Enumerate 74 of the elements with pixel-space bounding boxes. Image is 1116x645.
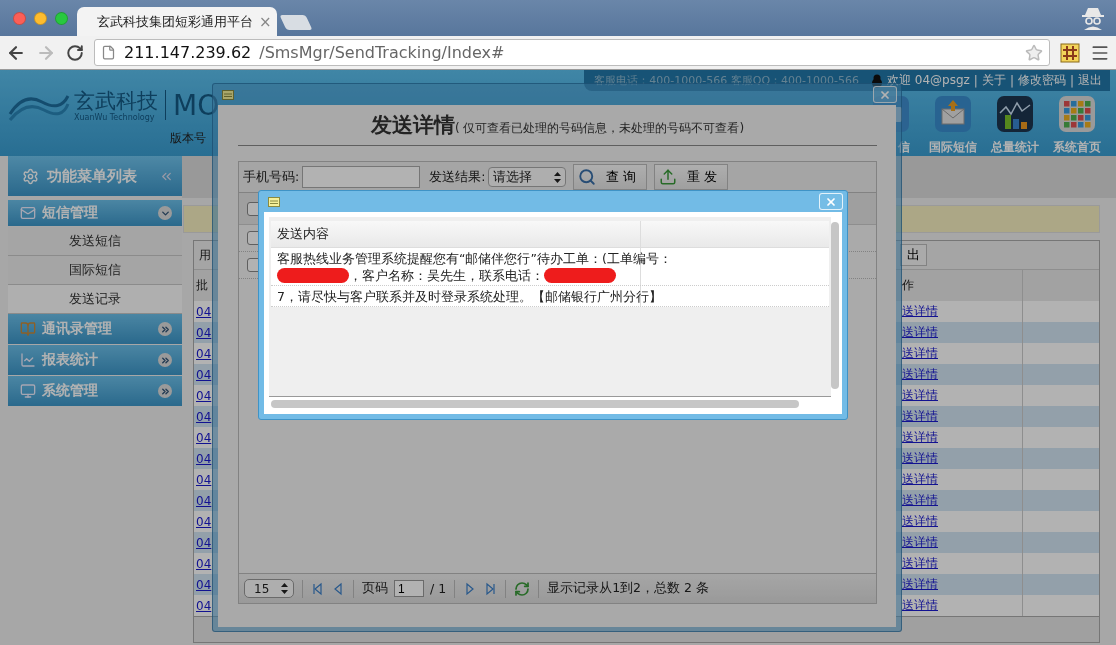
batch-link[interactable]: 04 <box>196 346 212 361</box>
page-input[interactable]: 1 <box>394 580 424 597</box>
details-link[interactable]: 送详情 <box>902 513 938 530</box>
result-select[interactable]: 请选择 <box>488 167 567 187</box>
result-label: 发送结果: <box>429 168 486 186</box>
address-field[interactable]: 211.147.239.62 /SmsMgr/SendTracking/Index# <box>94 39 1050 66</box>
group-label: 系统管理 <box>42 382 99 400</box>
tab-close-button[interactable]: × <box>259 12 272 31</box>
version-label: 版本号 <box>170 130 207 147</box>
batch-link[interactable]: 04 <box>196 451 212 466</box>
toolbar-text: 用 <box>199 246 211 264</box>
batch-link[interactable]: 04 <box>196 493 212 508</box>
batch-link[interactable]: 04 <box>196 598 212 613</box>
sidebar-title: 功能菜单列表 <box>47 166 138 186</box>
group-label: 短信管理 <box>42 204 99 222</box>
details-link[interactable]: 送详情 <box>902 324 938 341</box>
product-name: MO <box>173 88 220 122</box>
details-link[interactable]: 送详情 <box>902 345 938 362</box>
details-link[interactable]: 送详情 <box>902 408 938 425</box>
batch-link[interactable]: 04 <box>196 430 212 445</box>
batch-link[interactable]: 04 <box>196 409 212 424</box>
column-header: 批 <box>196 277 208 294</box>
dialog-title: 发送详情 <box>370 112 455 139</box>
page-total: / 1 <box>430 581 447 596</box>
details-link[interactable]: 送详情 <box>902 387 938 404</box>
details-link[interactable]: 送详情 <box>902 597 938 614</box>
header-link[interactable]: 关于 <box>981 72 1006 89</box>
separator: | <box>1069 73 1074 88</box>
batch-link[interactable]: 04 <box>196 577 212 592</box>
batch-link[interactable]: 04 <box>196 325 212 340</box>
batch-link[interactable]: 04 <box>196 472 212 487</box>
column-header: 作 <box>902 277 914 294</box>
batch-link[interactable]: 04 <box>196 367 212 382</box>
batch-link[interactable]: 04 <box>196 388 212 403</box>
message-text: ，客户名称：吴先生，联系电话： <box>349 267 544 284</box>
details-link[interactable]: 送详情 <box>902 534 938 551</box>
details-link[interactable]: 送详情 <box>902 429 938 446</box>
details-link[interactable]: 送详情 <box>902 471 938 488</box>
header-link[interactable]: 修改密码 <box>1017 72 1066 89</box>
batch-link[interactable]: 04 <box>196 514 212 529</box>
details-link[interactable]: 送详情 <box>902 303 938 320</box>
group-label: 通讯录管理 <box>42 320 113 338</box>
url-host: 211.147.239.62 <box>124 43 252 62</box>
batch-link[interactable]: 04 <box>196 556 212 571</box>
column-header: 发送内容 <box>271 221 641 247</box>
url-path: /SmsMgr/SendTracking/Index# <box>259 43 506 62</box>
details-link[interactable]: 送详情 <box>902 492 938 509</box>
tab-title: 玄武科技集团短彩通用平台 <box>97 12 253 31</box>
search-button[interactable]: 查 询 <box>573 164 648 190</box>
page-label: 页码 <box>362 580 388 597</box>
record-summary: 显示记录从1到2，总数 2 条 <box>547 580 709 597</box>
header-link[interactable]: 退出 <box>1078 72 1102 89</box>
page-size-select[interactable]: 15 <box>244 579 294 598</box>
logo-text: 玄武科技 <box>74 88 158 113</box>
message-text: 7，请尽快与客户联系并及时登录系统处理。【邮储银行广州分行】 <box>277 288 662 305</box>
export-button[interactable]: 出 <box>900 244 927 266</box>
separator: | <box>1009 73 1014 88</box>
details-link[interactable]: 送详情 <box>902 450 938 467</box>
batch-link[interactable]: 04 <box>196 304 212 319</box>
dialog-subtitle: ( 仅可查看已处理的号码信息，未处理的号码不可查看) <box>454 121 745 135</box>
logo-subtitle: XuanWu Technology <box>74 112 156 122</box>
details-link[interactable]: 送详情 <box>902 555 938 572</box>
resend-button[interactable]: 重 发 <box>654 164 728 190</box>
message-text: 客服热线业务管理系统提醒您有“邮储伴您行”待办工单：(工单编号： <box>277 250 672 267</box>
welcome-text: 欢迎 04@psgz <box>887 72 970 89</box>
menu-item[interactable]: 发送记录 <box>8 285 182 314</box>
separator: | <box>973 73 978 88</box>
browser-tab[interactable]: 玄武科技集团短彩通用平台 × <box>77 7 277 36</box>
details-link[interactable]: 送详情 <box>902 366 938 383</box>
service-info: 客服电话：400-1000-566 客服QQ：400-1000-566 <box>594 73 859 88</box>
details-link[interactable]: 送详情 <box>902 576 938 593</box>
group-label: 报表统计 <box>42 351 99 369</box>
phone-label: 手机号码: <box>243 168 300 186</box>
batch-link[interactable]: 04 <box>196 535 212 550</box>
